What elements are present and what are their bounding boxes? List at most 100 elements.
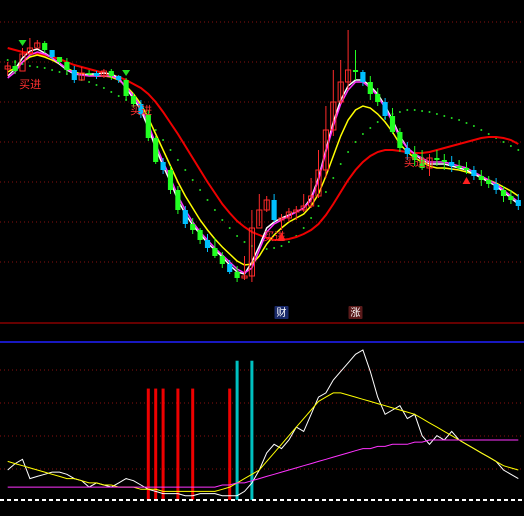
candle-body-down [219, 256, 225, 264]
guide-dot [191, 179, 194, 181]
guide-dot [517, 149, 520, 151]
guide-dot [65, 73, 68, 75]
candle-body-down [182, 210, 188, 224]
guide-dot [317, 205, 320, 207]
candle-body-down [175, 190, 181, 210]
candle-body-down [64, 62, 70, 70]
candle-body-down [130, 96, 137, 104]
candle-body-down [486, 180, 492, 184]
guide-dot [51, 69, 54, 71]
candle-body-down [456, 166, 462, 168]
candle-body-down [449, 162, 455, 166]
candle-body-down [197, 230, 203, 240]
guide-dot [43, 67, 46, 69]
guide-dot [502, 141, 505, 143]
candle-body-down [71, 70, 77, 80]
candle-body-down [123, 80, 129, 96]
chart-stage: 买进买进买进买进 财涨 [0, 0, 524, 516]
indicator-bar [146, 388, 150, 500]
event-badge-text: 涨 [351, 307, 361, 319]
guide-dot [398, 111, 401, 113]
guide-dot [339, 163, 342, 165]
candle-body-down [382, 102, 388, 116]
event-badge-text: 财 [277, 306, 287, 319]
guide-dot [95, 84, 98, 86]
guide-dot [213, 209, 216, 211]
guide-dot [354, 141, 357, 143]
guide-dot [450, 117, 453, 119]
guide-dot [273, 247, 276, 249]
indicator-bar [235, 360, 239, 500]
guide-dot [28, 65, 31, 67]
guide-dot [102, 87, 105, 89]
candle-body-down [352, 70, 359, 72]
guide-dot [435, 113, 438, 115]
candle-body-down [478, 176, 484, 180]
candle-body-down [145, 114, 151, 138]
guide-dot [458, 119, 461, 121]
guide-dot [228, 227, 231, 229]
candle-body-down [397, 132, 403, 148]
candle-body-down [360, 72, 366, 82]
guide-dot [176, 159, 179, 161]
guide-dot [221, 219, 224, 221]
guide-dot [88, 81, 91, 83]
indicator-bar [191, 388, 195, 500]
indicator-bar [176, 388, 180, 500]
guide-dot [162, 139, 165, 141]
candle-body-down [42, 43, 48, 50]
candle-body-down [190, 224, 196, 230]
guide-dot [236, 235, 239, 237]
candle-body-down [271, 200, 277, 220]
candle-body-down [493, 184, 499, 190]
guide-dot [199, 189, 202, 191]
guide-dot [347, 151, 350, 153]
candle-body-down [389, 116, 396, 132]
buy-signal-label: 买进 [130, 104, 152, 117]
candle-body-down [471, 170, 477, 176]
guide-dot [361, 133, 364, 135]
guide-dot [480, 129, 483, 131]
guide-dot [376, 121, 379, 123]
candle-body-down [204, 240, 211, 248]
buy-signal-label: 买进 [19, 78, 41, 91]
candle-body-down [227, 264, 233, 272]
candle-body-down [167, 170, 174, 190]
candle-body-down [434, 158, 440, 160]
guide-dot [302, 227, 305, 229]
candle-body-down [234, 272, 240, 278]
candle-body-down [108, 71, 114, 76]
guide-dot [117, 95, 120, 97]
candle-body-down [49, 50, 55, 57]
guide-dot [243, 241, 246, 243]
guide-dot [110, 91, 113, 93]
guide-dot [36, 66, 39, 68]
guide-dot [280, 245, 283, 247]
buy-signal-label: 买进 [404, 156, 426, 169]
guide-dot [428, 111, 431, 113]
candle-body-down [160, 162, 166, 170]
candle-body-down [56, 57, 63, 62]
guide-dot [324, 191, 327, 193]
candle-body-down [375, 94, 381, 102]
guide-dot [206, 199, 209, 201]
candle-body-down [404, 148, 410, 154]
candle-body-down [86, 73, 92, 75]
guide-dot [406, 109, 409, 111]
guide-dot [413, 109, 416, 111]
guide-dot [169, 149, 172, 151]
guide-dot [487, 133, 490, 135]
guide-dot [287, 241, 290, 243]
guide-dot [472, 125, 475, 127]
guide-dot [369, 127, 372, 129]
candle-body-down [93, 73, 100, 76]
candle-body-down [367, 82, 373, 94]
candle-body-down [12, 66, 18, 71]
guide-dot [509, 145, 512, 147]
guide-dot [184, 169, 187, 171]
guide-dot [421, 110, 424, 112]
guide-dot [443, 115, 446, 117]
candle-body-down [212, 248, 218, 256]
guide-dot [6, 59, 9, 61]
guide-dot [265, 248, 268, 250]
